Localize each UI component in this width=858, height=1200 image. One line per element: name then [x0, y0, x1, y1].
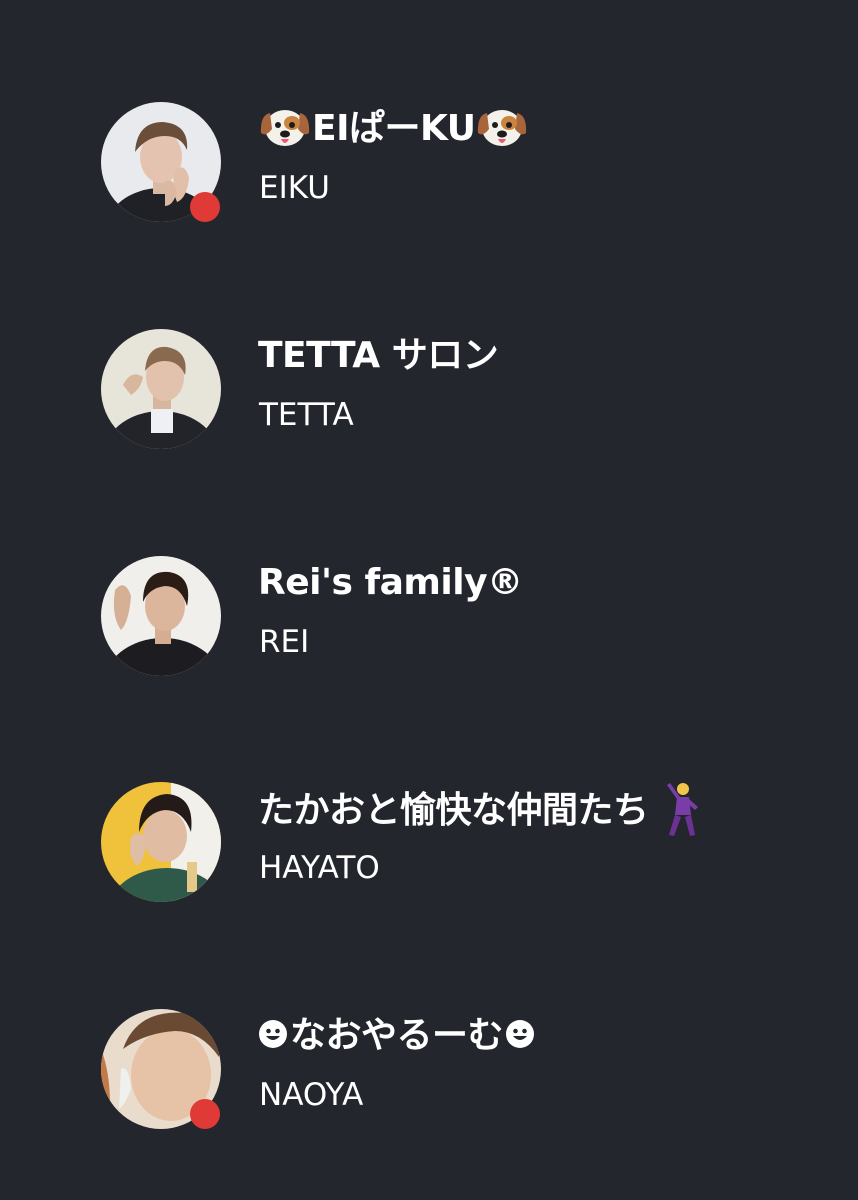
avatar[interactable] — [101, 329, 221, 449]
smiley-face-icon — [505, 1019, 535, 1049]
dog-face-icon — [475, 103, 529, 151]
dog-face-icon — [258, 103, 312, 151]
list-item[interactable]: TETTA サロン TETTA — [0, 329, 858, 489]
list-item[interactable]: たかおと愉快な仲間たち HAYATO — [0, 782, 858, 942]
community-owner: EIKU — [259, 170, 330, 206]
list-item[interactable]: Rei's family® REI — [0, 556, 858, 716]
community-title: TETTA サロン — [258, 331, 499, 381]
community-owner: HAYATO — [259, 850, 380, 886]
title-text: たかおと愉快な仲間たち — [258, 790, 649, 831]
smiley-face-icon — [258, 1019, 288, 1049]
title-text: Rei's family® — [258, 562, 523, 603]
avatar-photo — [101, 556, 221, 676]
list-item[interactable]: なおやるーむ NAOYA — [0, 1009, 858, 1169]
community-title: なおやるーむ — [258, 1011, 535, 1061]
community-title: たかおと愉快な仲間たち — [258, 781, 703, 837]
community-owner: TETTA — [259, 397, 354, 433]
community-owner: REI — [259, 624, 310, 660]
dancing-man-icon — [663, 781, 703, 837]
community-owner: NAOYA — [259, 1077, 364, 1113]
community-list: EIぱーKU EIKU TETTA サロン TETTA Rei's family… — [0, 0, 858, 1200]
community-title: EIぱーKU — [258, 104, 529, 154]
avatar-photo — [101, 329, 221, 449]
avatar[interactable] — [101, 556, 221, 676]
live-indicator — [190, 192, 220, 222]
title-text: EIぱーKU — [312, 108, 476, 149]
live-indicator — [190, 1099, 220, 1129]
avatar-photo — [101, 782, 221, 902]
list-item[interactable]: EIぱーKU EIKU — [0, 102, 858, 262]
community-title: Rei's family® — [258, 558, 523, 608]
avatar[interactable] — [101, 782, 221, 902]
title-text: なおやるーむ — [290, 1015, 504, 1056]
title-text: TETTA サロン — [258, 335, 499, 376]
